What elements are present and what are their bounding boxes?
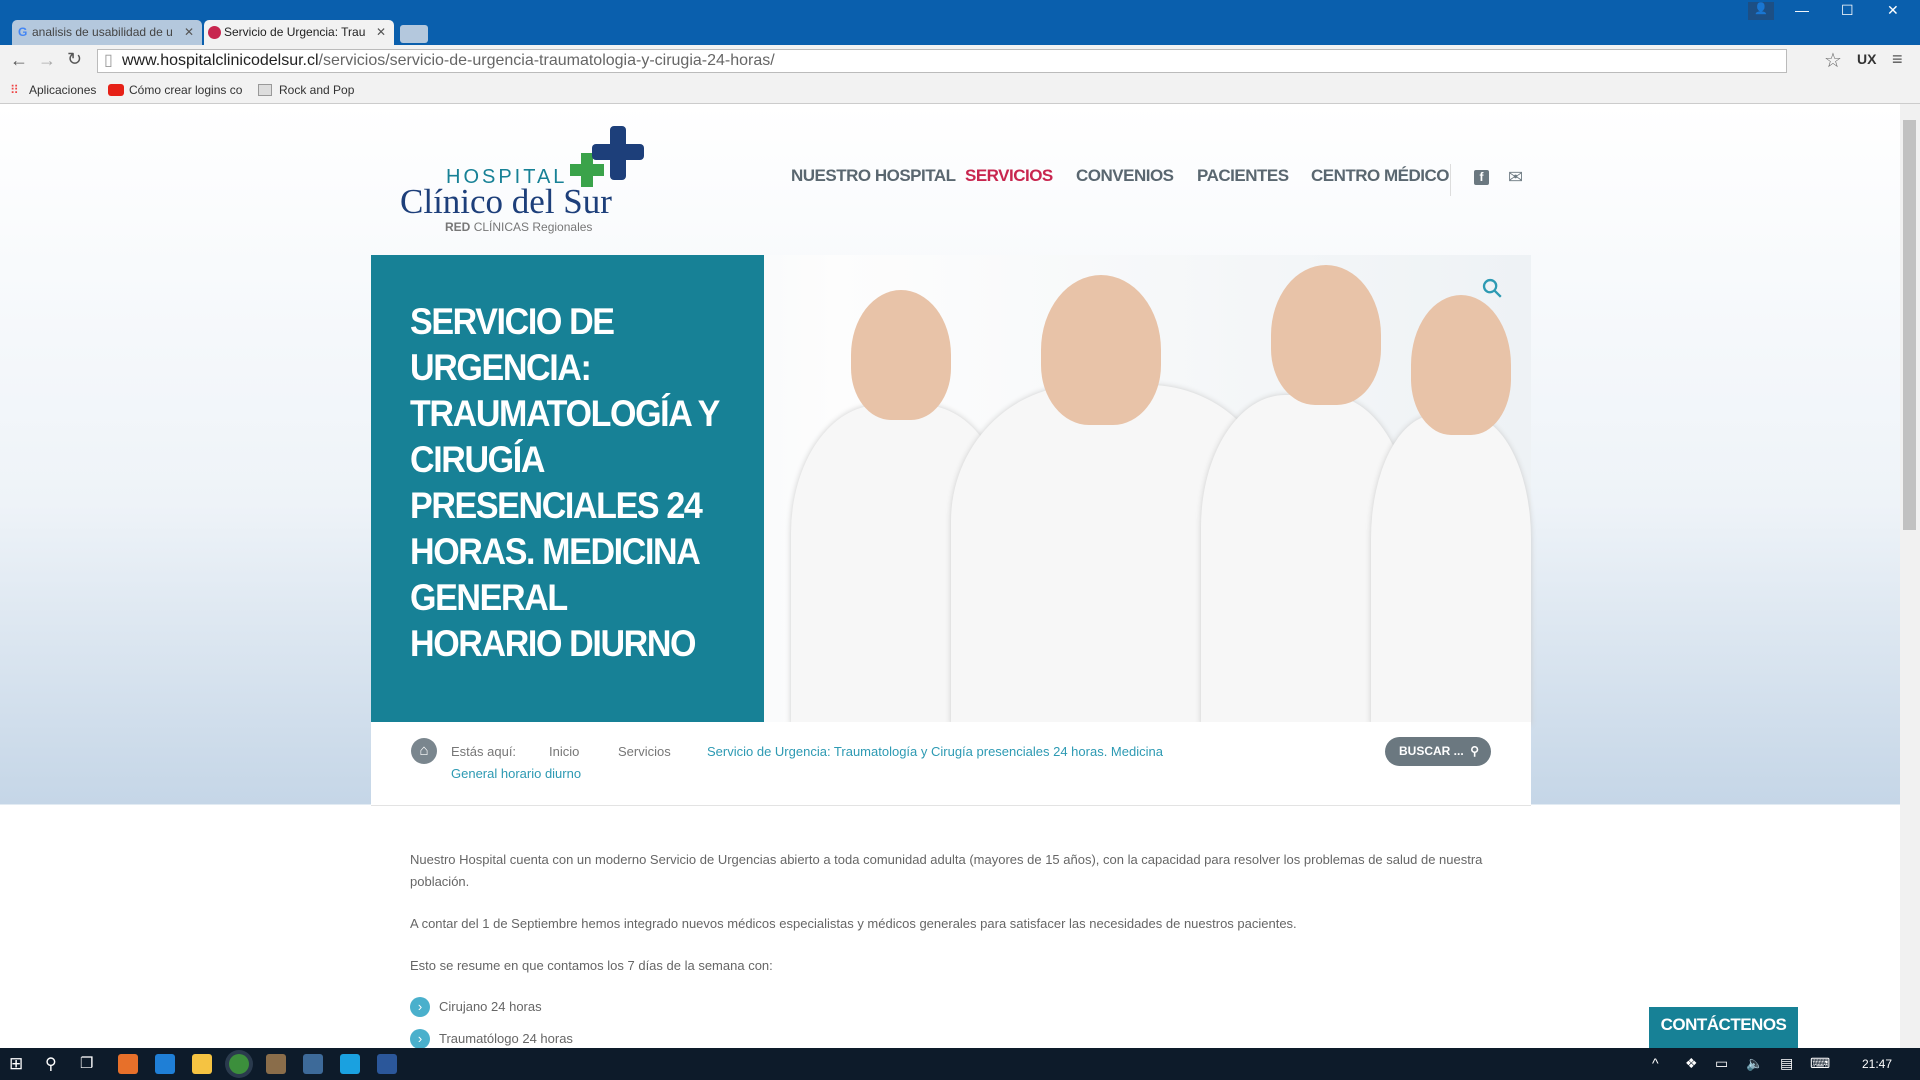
logo-text-clinicas: CLÍNICAS Regionales bbox=[473, 220, 593, 234]
contact-button[interactable]: CONTÁCTENOS bbox=[1649, 1007, 1798, 1048]
nav-convenios[interactable]: CONVENIOS bbox=[1076, 166, 1174, 186]
rockandpop-icon bbox=[258, 84, 272, 96]
close-window-button[interactable]: ✕ bbox=[1887, 2, 1899, 19]
web-page: HOSPITAL Clínico del Sur RED CLÍNICAS Re… bbox=[0, 104, 1900, 1048]
logo-text-name: Clínico del Sur bbox=[400, 182, 612, 221]
tab-title: Servicio de Urgencia: Trau bbox=[224, 25, 366, 39]
hospital-favicon-icon bbox=[208, 26, 221, 39]
file-explorer-icon[interactable] bbox=[192, 1054, 212, 1074]
maximize-button[interactable]: ☐ bbox=[1841, 2, 1854, 19]
breadcrumb-inicio[interactable]: Inicio bbox=[549, 744, 579, 759]
list-item: › Traumatólogo 24 horas bbox=[410, 1029, 573, 1048]
chrome-icon[interactable] bbox=[229, 1054, 249, 1074]
tab-servicio[interactable]: Servicio de Urgencia: Trau ✕ bbox=[204, 20, 394, 45]
url-host: www.hospitalclinicodelsur.cl bbox=[122, 52, 319, 69]
nav-pacientes[interactable]: PACIENTES bbox=[1197, 166, 1289, 186]
facebook-icon[interactable]: f bbox=[1474, 170, 1489, 185]
search-button[interactable]: BUSCAR ... ⚲ bbox=[1385, 737, 1491, 766]
nav-centro-medico[interactable]: CENTRO MÉDICO bbox=[1311, 166, 1450, 186]
list-item: › Cirujano 24 horas bbox=[410, 997, 542, 1017]
bookmark-rockandpop[interactable]: Rock and Pop bbox=[279, 83, 354, 97]
word-icon[interactable] bbox=[377, 1054, 397, 1074]
home-icon[interactable]: ⌂ bbox=[411, 738, 437, 764]
clock[interactable]: 21:47 bbox=[1862, 1057, 1892, 1071]
task-view-icon[interactable]: ❐ bbox=[80, 1054, 93, 1072]
hospital-logo[interactable]: HOSPITAL Clínico del Sur RED CLÍNICAS Re… bbox=[400, 126, 645, 234]
address-bar[interactable]: ▯ www.hospitalclinicodelsur.cl/servicios/… bbox=[97, 49, 1787, 73]
minimize-button[interactable]: — bbox=[1795, 2, 1809, 18]
back-icon[interactable]: ← bbox=[10, 50, 28, 71]
google-icon: G bbox=[18, 25, 28, 39]
intro-paragraph: Nuestro Hospital cuenta con un moderno S… bbox=[410, 852, 1483, 889]
keyboard-icon[interactable]: ⌨ bbox=[1810, 1055, 1830, 1072]
url-path: /servicios/servicio-de-urgencia-traumato… bbox=[318, 52, 775, 69]
bookmarks-bar: ⠿ Aplicaciones Cómo crear logins co Rock… bbox=[0, 77, 1920, 104]
skype-icon[interactable] bbox=[340, 1054, 360, 1074]
tab-analisis[interactable]: Ganalisis de usabilidad de u ✕ bbox=[12, 20, 202, 45]
breadcrumb-label: Estás aquí: bbox=[451, 744, 517, 759]
ux-extension-icon[interactable]: UX bbox=[1857, 51, 1876, 67]
page-title: SERVICIO DE URGENCIA: TRAUMATOLOGÍA Y CI… bbox=[410, 301, 720, 664]
breadcrumb-current: Servicio de Urgencia: Traumatología y Ci… bbox=[707, 744, 1163, 759]
page-icon: ▯ bbox=[104, 52, 113, 69]
network-icon[interactable]: ▭ bbox=[1715, 1055, 1728, 1072]
windows-start-icon[interactable]: ⊞ bbox=[9, 1054, 23, 1074]
youtube-icon bbox=[108, 84, 124, 96]
bookmark-star-icon[interactable]: ☆ bbox=[1824, 48, 1842, 73]
logo-text-red: RED bbox=[445, 220, 471, 234]
search-button-label: BUSCAR ... bbox=[1399, 744, 1464, 758]
mail-icon[interactable]: ✉ bbox=[1508, 167, 1523, 188]
chevron-right-icon: › bbox=[410, 1029, 430, 1048]
taskbar: ⊞ ⚲ ❐ ^ ❖ ▭ 🔈 ▤ ⌨ 21:47 bbox=[0, 1048, 1920, 1080]
logo-cross-blue-v bbox=[610, 126, 626, 180]
volume-icon[interactable]: 🔈 bbox=[1746, 1055, 1763, 1072]
ie-icon[interactable] bbox=[155, 1054, 175, 1074]
tab-title: analisis de usabilidad de u bbox=[32, 25, 173, 39]
new-tab-button[interactable] bbox=[400, 25, 428, 43]
reload-icon[interactable]: ↻ bbox=[67, 49, 82, 70]
menu-icon[interactable]: ≡ bbox=[1892, 49, 1903, 70]
logo-cross-green-v bbox=[581, 153, 593, 187]
paragraph: A contar del 1 de Septiembre hemos integ… bbox=[410, 916, 1297, 931]
breadcrumb-servicios[interactable]: Servicios bbox=[618, 744, 671, 759]
paragraph: Esto se resume en que contamos los 7 día… bbox=[410, 958, 773, 973]
breadcrumb-current-cont: General horario diurno bbox=[451, 766, 582, 781]
search-icon[interactable]: ⚲ bbox=[45, 1054, 57, 1074]
breadcrumb: ⌂ Estás aquí: Inicio Servicios Servicio … bbox=[371, 722, 1531, 806]
bookmark-logins[interactable]: Cómo crear logins co bbox=[129, 83, 242, 97]
app-icon[interactable] bbox=[266, 1054, 286, 1074]
forward-icon[interactable]: → bbox=[38, 50, 56, 71]
nav-nuestro-hospital[interactable]: NUESTRO HOSPITAL bbox=[791, 166, 956, 186]
profile-icon[interactable]: 👤 bbox=[1748, 2, 1774, 20]
app-icon[interactable] bbox=[303, 1054, 323, 1074]
close-tab-icon[interactable]: ✕ bbox=[184, 20, 194, 45]
search-icon: ⚲ bbox=[1470, 744, 1479, 758]
notifications-icon[interactable]: ▤ bbox=[1780, 1055, 1793, 1072]
close-tab-icon[interactable]: ✕ bbox=[376, 20, 386, 45]
dropbox-icon[interactable]: ❖ bbox=[1685, 1055, 1698, 1072]
nav-divider bbox=[1450, 164, 1451, 196]
app-icon[interactable] bbox=[118, 1054, 138, 1074]
apps-icon: ⠿ bbox=[10, 83, 19, 97]
nav-servicios[interactable]: SERVICIOS bbox=[965, 166, 1053, 186]
list-item-text: Traumatólogo 24 horas bbox=[439, 1031, 573, 1046]
browser-titlebar: Ganalisis de usabilidad de u ✕ Servicio d… bbox=[0, 0, 1920, 45]
list-item-text: Cirujano 24 horas bbox=[439, 999, 542, 1014]
scrollbar-thumb[interactable] bbox=[1903, 120, 1916, 530]
chevron-right-icon: › bbox=[410, 997, 430, 1017]
chevron-up-icon[interactable]: ^ bbox=[1652, 1055, 1659, 1071]
bookmark-apps[interactable]: Aplicaciones bbox=[29, 83, 96, 97]
